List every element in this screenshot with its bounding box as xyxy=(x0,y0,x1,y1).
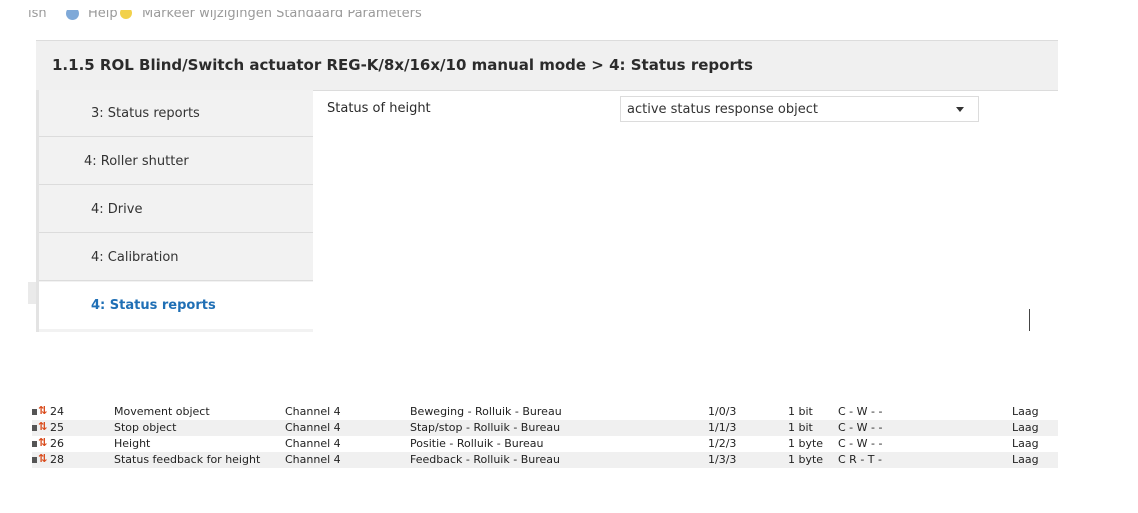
nav-item-3-status-reports[interactable]: 3: Status reports xyxy=(39,90,313,137)
object-channel: Channel 4 xyxy=(285,453,341,466)
object-group-name: Feedback - Rolluik - Bureau xyxy=(410,453,560,466)
object-number: 28 xyxy=(50,453,64,466)
object-group-name: Stap/stop - Rolluik - Bureau xyxy=(410,421,561,434)
object-name: Stop object xyxy=(114,421,177,434)
status-of-height-select[interactable]: active status response object xyxy=(620,96,979,122)
panel-header: 1.1.5 ROL Blind/Switch actuator REG-K/8x… xyxy=(36,40,1058,91)
object-flags: C - W - - xyxy=(838,437,883,450)
text-cursor xyxy=(1029,309,1030,331)
object-flags: C - W - - xyxy=(838,405,883,418)
group-objects-table: ⇅ 24 Movement object Channel 4 Beweging … xyxy=(32,404,1058,468)
object-group-address: 1/2/3 xyxy=(708,437,737,450)
object-priority: Laag xyxy=(1012,453,1039,466)
status-of-height-label: Status of height xyxy=(327,101,431,116)
nav-item-label: 3: Status reports xyxy=(91,106,200,121)
nav-item-label: 4: Drive xyxy=(91,202,143,217)
object-size: 1 byte xyxy=(788,437,824,450)
object-priority: Laag xyxy=(1012,421,1039,434)
object-size: 1 byte xyxy=(788,453,824,466)
object-group-address: 1/0/3 xyxy=(708,405,737,418)
object-priority: Laag xyxy=(1012,405,1039,418)
object-number: 26 xyxy=(50,437,64,450)
object-group-name: Positie - Rolluik - Bureau xyxy=(410,437,544,450)
crop-mask xyxy=(0,0,1058,10)
side-gutter xyxy=(28,282,36,304)
page-title: 1.1.5 ROL Blind/Switch actuator REG-K/8x… xyxy=(52,56,753,74)
object-group-address: 1/3/3 xyxy=(708,453,737,466)
nav-item-4-status-reports[interactable]: 4: Status reports xyxy=(39,282,313,329)
object-icon: ⇅ xyxy=(32,436,47,449)
object-group-address: 1/1/3 xyxy=(708,421,737,434)
object-name: Status feedback for height xyxy=(114,453,261,466)
object-flags: C R - T - xyxy=(838,453,882,466)
nav-item-4-calibration[interactable]: 4: Calibration xyxy=(39,234,313,281)
parameter-nav: 3: Status reports 4: Roller shutter 4: D… xyxy=(36,90,313,332)
menu-bar: ish Help Markeer wijzigingen Standaard P… xyxy=(0,0,1058,24)
nav-item-label: 4: Calibration xyxy=(91,250,179,265)
object-number: 24 xyxy=(50,405,64,418)
table-row[interactable]: ⇅ 28 Status feedback for height Channel … xyxy=(32,452,1058,468)
object-channel: Channel 4 xyxy=(285,421,341,434)
table-row[interactable]: ⇅ 24 Movement object Channel 4 Beweging … xyxy=(32,404,1058,420)
object-channel: Channel 4 xyxy=(285,405,341,418)
object-name: Movement object xyxy=(114,405,210,418)
object-icon: ⇅ xyxy=(32,452,47,465)
object-icon: ⇅ xyxy=(32,420,47,433)
nav-item-label: 4: Status reports xyxy=(91,298,216,313)
object-size: 1 bit xyxy=(788,405,813,418)
object-icon: ⇅ xyxy=(32,404,47,417)
table-row[interactable]: ⇅ 26 Height Channel 4 Positie - Rolluik … xyxy=(32,436,1058,452)
status-of-height-value: active status response object xyxy=(627,102,818,117)
object-channel: Channel 4 xyxy=(285,437,341,450)
object-group-name: Beweging - Rolluik - Bureau xyxy=(410,405,562,418)
object-flags: C - W - - xyxy=(838,421,883,434)
parameter-panel: 1.1.5 ROL Blind/Switch actuator REG-K/8x… xyxy=(36,40,1058,332)
object-number: 25 xyxy=(50,421,64,434)
object-priority: Laag xyxy=(1012,437,1039,450)
nav-item-4-roller-shutter[interactable]: 4: Roller shutter xyxy=(39,138,313,185)
nav-item-label: 4: Roller shutter xyxy=(84,154,189,169)
object-name: Height xyxy=(114,437,151,450)
object-size: 1 bit xyxy=(788,421,813,434)
nav-item-4-drive[interactable]: 4: Drive xyxy=(39,186,313,233)
table-row[interactable]: ⇅ 25 Stop object Channel 4 Stap/stop - R… xyxy=(32,420,1058,436)
chevron-down-icon[interactable] xyxy=(956,107,964,112)
